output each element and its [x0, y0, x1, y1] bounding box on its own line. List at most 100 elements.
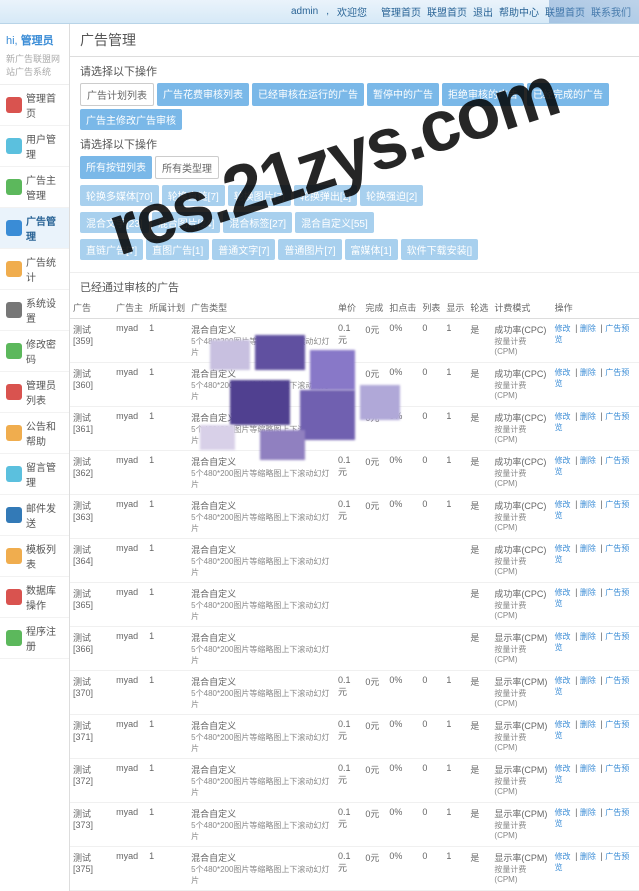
- sidebar-item[interactable]: 管理首页: [0, 85, 69, 126]
- filter-tag[interactable]: 混合自定义[55]: [295, 212, 374, 233]
- column-header: 单价: [335, 297, 362, 319]
- row-action[interactable]: 删除: [580, 324, 596, 333]
- sidebar-icon: [6, 138, 22, 154]
- filter-tag[interactable]: 直链广告[7]: [80, 239, 143, 260]
- column-header: 轮选: [467, 297, 491, 319]
- row-action[interactable]: 删除: [580, 720, 596, 729]
- column-header: 所属计划: [146, 297, 188, 319]
- filter-tag[interactable]: 所有按钮列表: [80, 156, 152, 179]
- sidebar-item[interactable]: 修改密码: [0, 331, 69, 372]
- row-action[interactable]: 删除: [580, 764, 596, 773]
- tab-row-1: 广告计划列表广告花费审核列表已经审核在运行的广告暂停中的广告拒绝审核的广告已经完…: [80, 83, 629, 130]
- row-action[interactable]: 删除: [580, 544, 596, 553]
- sidebar-item[interactable]: 模板列表: [0, 536, 69, 577]
- row-action[interactable]: 删除: [580, 500, 596, 509]
- row-action[interactable]: 修改: [555, 412, 571, 421]
- filter-tag[interactable]: 所有类型理: [155, 156, 219, 179]
- row-action[interactable]: 修改: [555, 676, 571, 685]
- row-action[interactable]: 修改: [555, 500, 571, 509]
- row-action[interactable]: 删除: [580, 368, 596, 377]
- table-row: 测试[363]myad1混合自定义5个480*200图片等缩略图上下滚动幻灯片0…: [70, 495, 639, 539]
- sidebar-item[interactable]: 广告统计: [0, 249, 69, 290]
- row-action[interactable]: 删除: [580, 412, 596, 421]
- row-action[interactable]: 删除: [580, 852, 596, 861]
- sidebar-item[interactable]: 邮件发送: [0, 495, 69, 536]
- sidebar-item[interactable]: 用户管理: [0, 126, 69, 167]
- filter-tag[interactable]: 广告主修改广告审核: [80, 109, 182, 130]
- column-header: 广告类型: [188, 297, 335, 319]
- sidebar-icon: [6, 630, 22, 646]
- row-action[interactable]: 删除: [580, 808, 596, 817]
- column-header: 扣点击: [386, 297, 419, 319]
- row-action[interactable]: 修改: [555, 324, 571, 333]
- row-action[interactable]: 删除: [580, 456, 596, 465]
- table-row: 测试[359]myad1混合自定义5个480*200图片等缩略图上下滚动幻灯片0…: [70, 319, 639, 363]
- filter-tag[interactable]: 混合图片[24]: [152, 212, 221, 233]
- topbar-link[interactable]: 帮助中心: [499, 8, 539, 19]
- row-action[interactable]: 修改: [555, 764, 571, 773]
- row-action[interactable]: 修改: [555, 544, 571, 553]
- sidebar-item-label: 用户管理: [26, 131, 63, 161]
- row-action[interactable]: 修改: [555, 808, 571, 817]
- sidebar-item[interactable]: 管理员列表: [0, 372, 69, 413]
- topbar-link[interactable]: 管理首页: [381, 8, 421, 19]
- column-header: 广告主: [113, 297, 146, 319]
- sidebar-item[interactable]: 数据库操作: [0, 577, 69, 618]
- table-row: 测试[361]myad1混合自定义5个480*200图片等缩略图上下滚动幻灯片0…: [70, 407, 639, 451]
- filter-tag[interactable]: 轮换强迫[2]: [360, 185, 423, 206]
- sidebar-item-label: 程序注册: [26, 623, 63, 653]
- sidebar-item[interactable]: 广告主管理: [0, 167, 69, 208]
- row-action[interactable]: 修改: [555, 720, 571, 729]
- sidebar-icon: [6, 548, 22, 564]
- filter-tag[interactable]: 轮换直链[7]: [162, 185, 225, 206]
- column-header: 操作: [552, 297, 639, 319]
- row-action[interactable]: 修改: [555, 588, 571, 597]
- row-action[interactable]: 删除: [580, 632, 596, 641]
- sidebar: hi, 管理员 新广告联盟网站广告系统 管理首页用户管理广告主管理广告管理广告统…: [0, 24, 70, 891]
- sidebar-item[interactable]: 留言管理: [0, 454, 69, 495]
- row-action[interactable]: 修改: [555, 852, 571, 861]
- filter-tag[interactable]: 轮换图片[7]: [228, 185, 291, 206]
- row-action[interactable]: 删除: [580, 676, 596, 685]
- sidebar-icon: [6, 425, 22, 441]
- section-label-2: 请选择以下操作: [80, 136, 629, 152]
- filter-tag[interactable]: 已经完成的广告: [527, 83, 609, 106]
- sidebar-item-label: 广告管理: [26, 213, 63, 243]
- tab-row-4: 混合文字[23]混合图片[24]混合标签[27]混合自定义[55]: [80, 212, 629, 233]
- row-action[interactable]: 删除: [580, 588, 596, 597]
- filter-tag[interactable]: 暂停中的广告: [367, 83, 439, 106]
- filter-tag[interactable]: 普通文字[7]: [212, 239, 275, 260]
- filter-tag[interactable]: 广告花费审核列表: [157, 83, 249, 106]
- table-row: 测试[364]myad1混合自定义5个480*200图片等缩略图上下滚动幻灯片是…: [70, 539, 639, 583]
- filter-tag[interactable]: 拒绝审核的广告: [442, 83, 524, 106]
- sidebar-icon: [6, 97, 22, 113]
- row-action[interactable]: 修改: [555, 632, 571, 641]
- sidebar-item[interactable]: 程序注册: [0, 618, 69, 659]
- filter-tag[interactable]: 普通图片[7]: [278, 239, 341, 260]
- filter-tag[interactable]: 混合标签[27]: [223, 212, 292, 233]
- sidebar-item-label: 系统设置: [26, 295, 63, 325]
- column-header: 广告: [70, 297, 113, 319]
- sidebar-icon: [6, 343, 22, 359]
- top-nav: admin, 欢迎您 管理首页联盟首页退出帮助中心联盟首页联系我们: [0, 0, 639, 24]
- filter-tag[interactable]: 富媒体[1]: [345, 239, 398, 260]
- sidebar-item[interactable]: 公告和帮助: [0, 413, 69, 454]
- filter-tag[interactable]: 轮换弹出[2]: [294, 185, 357, 206]
- topbar-link[interactable]: 联盟首页: [427, 8, 467, 19]
- filter-tag[interactable]: 广告计划列表: [80, 83, 154, 106]
- filter-tag[interactable]: 已经审核在运行的广告: [252, 83, 364, 106]
- filter-tag[interactable]: 轮换多媒体[70]: [80, 185, 159, 206]
- sidebar-item-label: 公告和帮助: [26, 418, 63, 448]
- sidebar-icon: [6, 261, 22, 277]
- sidebar-subtitle: 新广告联盟网站广告系统: [0, 52, 69, 85]
- main-content: 广告管理 请选择以下操作 广告计划列表广告花费审核列表已经审核在运行的广告暂停中…: [70, 24, 639, 891]
- sidebar-item[interactable]: 系统设置: [0, 290, 69, 331]
- topbar-link[interactable]: 退出: [473, 8, 493, 19]
- filter-tag[interactable]: 直图广告[1]: [146, 239, 209, 260]
- filter-tag[interactable]: 混合文字[23]: [80, 212, 149, 233]
- sidebar-icon: [6, 220, 22, 236]
- row-action[interactable]: 修改: [555, 368, 571, 377]
- sidebar-item[interactable]: 广告管理: [0, 208, 69, 249]
- filter-tag[interactable]: 软件下载安装[]: [401, 239, 479, 260]
- row-action[interactable]: 修改: [555, 456, 571, 465]
